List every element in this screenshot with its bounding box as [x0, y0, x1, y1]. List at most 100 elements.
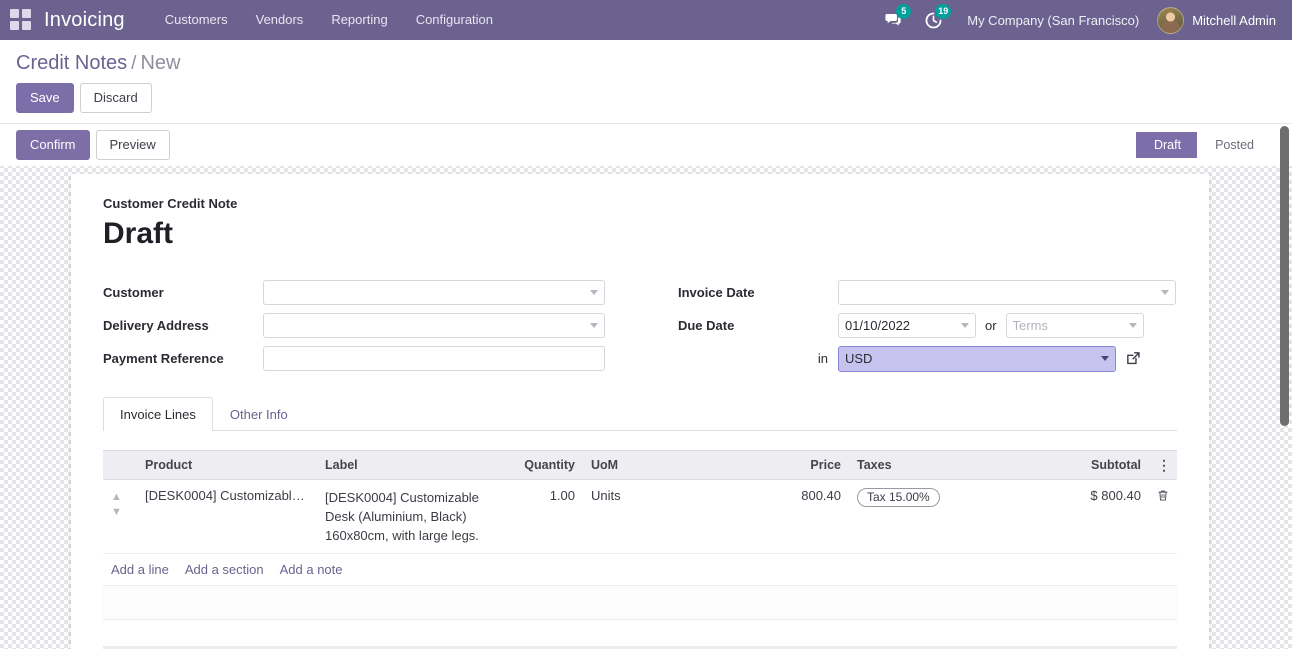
page-scrollbar-thumb[interactable] [1280, 126, 1289, 426]
apps-grid-icon[interactable] [10, 9, 32, 31]
label-line-2: Desk (Aluminium, Black) [325, 509, 467, 524]
currency-value: USD [844, 351, 873, 366]
add-links-group: Add a line Add a section Add a note [111, 562, 1169, 577]
page-scrollbar[interactable] [1277, 40, 1292, 649]
add-row: Add a line Add a section Add a note [103, 553, 1177, 586]
chevron-down-icon [590, 290, 598, 295]
drag-handle-icon[interactable]: ▲ ▼ [111, 491, 122, 518]
due-date-input[interactable]: 01/10/2022 [837, 313, 976, 338]
payment-terms-input[interactable]: Terms [1005, 313, 1144, 338]
chevron-down-icon [590, 323, 598, 328]
chevron-down-icon [960, 323, 969, 328]
breadcrumb-credit-notes[interactable]: Credit Notes [16, 52, 127, 75]
due-date-conjunction: or [984, 318, 997, 333]
column-header-subtotal: Subtotal [1047, 450, 1149, 480]
menu-item-customers[interactable]: Customers [151, 0, 242, 40]
row-drag-handle-cell[interactable]: ▲ ▼ [103, 479, 137, 554]
vertical-dots-icon: ⋮ [1157, 457, 1171, 473]
column-header-uom: UoM [583, 450, 759, 480]
save-button[interactable]: Save [16, 83, 74, 113]
cell-quantity[interactable]: 1.00 [497, 479, 583, 554]
cell-uom[interactable]: Units [583, 479, 759, 554]
navbar-right-group: 5 19 My Company (San Francisco) Mitchell… [873, 0, 1284, 40]
messages-button[interactable]: 5 [873, 0, 913, 40]
notebook-tabs: Invoice Lines Other Info [103, 397, 1177, 431]
menu-item-vendors[interactable]: Vendors [242, 0, 318, 40]
confirm-button[interactable]: Confirm [16, 130, 90, 160]
field-row-payment-reference: Payment Reference [103, 342, 640, 375]
invoice-lines-header: Product Label Quantity UoM Price Taxes S… [103, 450, 1177, 480]
control-panel: Credit Notes / New Save Discard Confirm … [0, 40, 1292, 166]
payment-terms-placeholder: Terms [1012, 318, 1048, 333]
invoice-date-input[interactable] [837, 280, 1176, 305]
column-header-taxes: Taxes [849, 450, 1047, 480]
label-line-1: [DESK0004] Customizable [325, 490, 479, 505]
status-posted[interactable]: Posted [1197, 132, 1270, 158]
breadcrumb-current: New [140, 52, 181, 74]
cell-label[interactable]: [DESK0004] Customizable Desk (Aluminium,… [317, 479, 497, 554]
page-title: Draft [103, 217, 174, 250]
table-header-row: Product Label Quantity UoM Price Taxes S… [103, 450, 1177, 480]
activities-button[interactable]: 19 [913, 0, 953, 40]
breadcrumb-separator: / [131, 53, 137, 74]
user-menu[interactable]: Mitchell Admin [1153, 6, 1284, 34]
product-value: [DESK0004] Customizable … [145, 488, 309, 503]
invoice-date-label: Invoice Date [677, 285, 755, 300]
add-a-note-link[interactable]: Add a note [280, 562, 343, 577]
due-date-label: Due Date [677, 318, 735, 333]
menu-item-configuration[interactable]: Configuration [402, 0, 507, 40]
preview-button[interactable]: Preview [95, 130, 170, 160]
field-row-customer: Customer [103, 276, 640, 309]
external-link-icon[interactable] [1125, 350, 1142, 367]
customer-label: Customer [103, 285, 164, 300]
customer-input[interactable] [263, 280, 605, 305]
subtotal-value: $ 800.40 [1090, 488, 1141, 503]
optional-columns-button[interactable]: ⋮ [1149, 450, 1177, 480]
due-date-value: 01/10/2022 [844, 318, 911, 333]
column-header-quantity: Quantity [497, 450, 583, 480]
tab-invoice-lines[interactable]: Invoice Lines [103, 397, 213, 431]
currency-input[interactable]: USD [837, 345, 1116, 372]
delivery-address-input[interactable] [263, 313, 605, 338]
field-row-currency: in USD [678, 342, 1177, 375]
trash-icon[interactable] [1157, 490, 1169, 505]
cell-delete[interactable] [1149, 479, 1177, 554]
activities-count-badge: 19 [935, 4, 952, 19]
field-row-invoice-date: Invoice Date [678, 276, 1177, 309]
form-column-right: Invoice Date Due Date 01/10/2022 or Term… [640, 276, 1177, 375]
column-header-label: Label [317, 450, 497, 480]
user-avatar [1157, 6, 1185, 34]
cell-price[interactable]: 800.40 [759, 479, 849, 554]
messages-count-badge: 5 [896, 4, 912, 19]
user-name-label: Mitchell Admin [1192, 12, 1276, 28]
chevron-down-icon [1160, 290, 1169, 295]
document-type-label: Customer Credit Note [103, 196, 238, 211]
delivery-address-label: Delivery Address [103, 318, 209, 333]
tab-other-info[interactable]: Other Info [213, 397, 305, 431]
cell-product[interactable]: [DESK0004] Customizable … [137, 479, 317, 554]
status-draft[interactable]: Draft [1135, 132, 1211, 158]
chevron-down-icon [1100, 356, 1109, 361]
add-a-line-link[interactable]: Add a line [111, 562, 169, 577]
discard-button[interactable]: Discard [79, 83, 152, 113]
app-brand-invoicing[interactable]: Invoicing [44, 9, 125, 32]
add-a-section-link[interactable]: Add a section [185, 562, 264, 577]
record-actions: Save Discard [0, 75, 1292, 123]
column-header-product: Product [137, 450, 317, 480]
column-header-handle [103, 450, 137, 480]
top-navbar: Invoicing Customers Vendors Reporting Co… [0, 0, 1292, 40]
menu-item-reporting[interactable]: Reporting [317, 0, 401, 40]
status-row: Confirm Preview Draft Posted [0, 123, 1292, 166]
field-row-due-date: Due Date 01/10/2022 or Terms [678, 309, 1177, 342]
table-row[interactable]: ▲ ▼ [DESK0004] Customizable … [DESK0004] … [103, 479, 1177, 554]
form-fields: Customer Delivery Address Payment Refere… [103, 276, 1177, 375]
payment-reference-input[interactable] [263, 346, 605, 371]
table-empty-strip [103, 586, 1177, 620]
tax-badge[interactable]: Tax 15.00% [857, 488, 940, 507]
company-switcher[interactable]: My Company (San Francisco) [953, 13, 1153, 28]
cell-taxes[interactable]: Tax 15.00% [849, 479, 1047, 554]
field-row-delivery-address: Delivery Address [103, 309, 640, 342]
status-bar: Draft Posted [1135, 132, 1292, 158]
currency-prefix-label: in [817, 351, 828, 366]
label-line-3: 160x80cm, with large legs. [325, 528, 479, 543]
